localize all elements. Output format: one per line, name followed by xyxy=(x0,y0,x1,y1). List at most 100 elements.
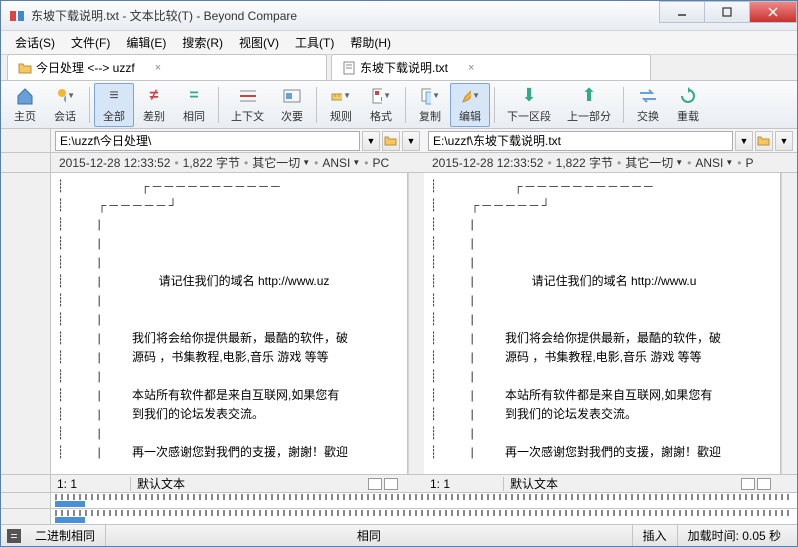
right-size: 1,822 字节 xyxy=(556,154,613,171)
right-text-mode: 默认文本 xyxy=(504,475,737,492)
window-title: 东坡下载说明.txt - 文本比较(T) - Beyond Compare xyxy=(31,7,660,24)
left-text-mode: 默认文本 xyxy=(131,475,364,492)
left-timestamp: 2015-12-28 12:33:52 xyxy=(59,156,170,170)
same-button[interactable]: =相同 xyxy=(174,84,214,126)
menu-bar: 会话(S) 文件(F) 编辑(E) 搜索(R) 视图(V) 工具(T) 帮助(H… xyxy=(1,31,797,55)
prev-part-button[interactable]: ⬆上一部分 xyxy=(559,84,619,126)
status-insert: 插入 xyxy=(633,525,678,546)
menu-search[interactable]: 搜索(R) xyxy=(174,31,231,54)
ruler-icon xyxy=(331,87,342,105)
document-icon xyxy=(342,61,356,75)
left-info-pane: 2015-12-28 12:33:52 • 1,822 字节 • 其它一切▼ •… xyxy=(51,153,424,172)
menu-session[interactable]: 会话(S) xyxy=(7,31,63,54)
folder-icon xyxy=(18,61,32,75)
left-cursor-position: 1: 1 xyxy=(51,477,131,491)
right-path-pane: ▼ ▼ xyxy=(424,129,797,152)
path-row: ▼ ▼ ▼ ▼ xyxy=(1,129,797,153)
right-platform: P xyxy=(746,156,754,170)
svg-text:=: = xyxy=(10,529,17,543)
menu-help[interactable]: 帮助(H) xyxy=(342,31,399,54)
left-browse-button[interactable] xyxy=(382,131,400,151)
pencil-icon xyxy=(460,87,471,105)
menu-file[interactable]: 文件(F) xyxy=(63,31,118,54)
left-dropdown-button[interactable]: ▼ xyxy=(362,131,380,151)
session-tab-bar: 今日处理 <--> uzzf × 东坡下载说明.txt × xyxy=(1,55,797,81)
right-browse-button[interactable] xyxy=(755,131,773,151)
sessions-icon xyxy=(55,86,66,106)
close-button[interactable] xyxy=(749,1,797,23)
right-dropdown-button[interactable]: ▼ xyxy=(735,131,753,151)
reload-button[interactable]: 重载 xyxy=(668,84,708,126)
next-section-button[interactable]: ⬇下一区段 xyxy=(499,84,559,126)
all-button[interactable]: ≡全部 xyxy=(94,83,134,127)
minor-button[interactable]: 次要 xyxy=(272,84,312,126)
left-everything-button[interactable]: 其它一切▼ xyxy=(252,154,310,171)
tab-close-icon[interactable]: × xyxy=(155,62,161,74)
thumbnail-gutter[interactable] xyxy=(1,173,51,474)
overview-map[interactable] xyxy=(1,492,797,508)
right-encoding-button[interactable]: ANSI▼ xyxy=(695,156,733,170)
tab-close-icon[interactable]: × xyxy=(468,62,474,74)
copy-icon xyxy=(420,87,431,105)
tab-folder-compare[interactable]: 今日处理 <--> uzzf × xyxy=(7,54,327,80)
edit-button[interactable]: ▼编辑 xyxy=(450,83,490,127)
app-icon xyxy=(9,8,25,24)
left-path-input[interactable] xyxy=(55,131,360,151)
status-load-time: 加载时间: 0.05 秒 xyxy=(678,525,791,546)
status-same: 相同 xyxy=(106,525,633,546)
home-button[interactable]: 主页 xyxy=(5,84,45,126)
indicator-box xyxy=(384,478,398,490)
title-bar: 东坡下载说明.txt - 文本比较(T) - Beyond Compare xyxy=(1,1,797,31)
compare-area: ┊ ┌ ─ ─ ─ ─ ─ ─ ─ ─ ─ ─ ─ ┊ ┌ ─ ─ ─ ─ ─ … xyxy=(1,173,797,474)
diff-button[interactable]: ≠差别 xyxy=(134,84,174,126)
overview-map-2[interactable] xyxy=(1,508,797,524)
right-scrollbar[interactable] xyxy=(781,173,797,474)
app-window: 东坡下载说明.txt - 文本比较(T) - Beyond Compare 会话… xyxy=(0,0,798,547)
indicator-box xyxy=(741,478,755,490)
left-platform: PC xyxy=(373,156,390,170)
left-encoding-button[interactable]: ANSI▼ xyxy=(322,156,360,170)
folder-open-icon xyxy=(384,135,398,147)
tab-label: 东坡下载说明.txt xyxy=(360,59,448,76)
right-info-pane: 2015-12-28 12:33:52 • 1,822 字节 • 其它一切▼ •… xyxy=(424,153,797,172)
status-equal-icon: = xyxy=(7,529,21,543)
maximize-button[interactable] xyxy=(704,1,750,23)
sessions-button[interactable]: ▼会话 xyxy=(45,84,85,126)
menu-tools[interactable]: 工具(T) xyxy=(287,31,342,54)
toolbar: 主页 ▼会话 ≡全部 ≠差别 =相同 上下文 次要 ▼规则 ▼格式 ▼复制 ▼编… xyxy=(1,81,797,129)
tab-label: 今日处理 <--> uzzf xyxy=(36,59,135,76)
indicator-box xyxy=(757,478,771,490)
right-cursor-position: 1: 1 xyxy=(424,477,504,491)
position-row: 1: 1 默认文本 1: 1 默认文本 xyxy=(1,474,797,492)
right-timestamp: 2015-12-28 12:33:52 xyxy=(432,156,543,170)
menu-edit[interactable]: 编辑(E) xyxy=(118,31,174,54)
left-browse-drop[interactable]: ▼ xyxy=(402,131,420,151)
right-pane: ┊ ┌ ─ ─ ─ ─ ─ ─ ─ ─ ─ ─ ─ ┊ ┌ ─ ─ ─ ─ ─ … xyxy=(424,173,781,474)
right-path-input[interactable] xyxy=(428,131,733,151)
right-position-pane: 1: 1 默认文本 xyxy=(424,475,797,492)
left-pane: ┊ ┌ ─ ─ ─ ─ ─ ─ ─ ─ ─ ─ ─ ┊ ┌ ─ ─ ─ ─ ─ … xyxy=(51,173,408,474)
menu-view[interactable]: 视图(V) xyxy=(231,31,287,54)
indicator-box xyxy=(368,478,382,490)
left-size: 1,822 字节 xyxy=(183,154,240,171)
minor-icon xyxy=(282,88,302,104)
right-text-view[interactable]: ┊ ┌ ─ ─ ─ ─ ─ ─ ─ ─ ─ ─ ─ ┊ ┌ ─ ─ ─ ─ ─ … xyxy=(424,173,780,474)
rules-button[interactable]: ▼规则 xyxy=(321,84,361,126)
context-button[interactable]: 上下文 xyxy=(223,84,272,126)
format-icon xyxy=(371,87,382,105)
home-icon xyxy=(15,86,35,106)
left-scrollbar[interactable] xyxy=(408,173,424,474)
right-browse-drop[interactable]: ▼ xyxy=(775,131,793,151)
swap-button[interactable]: 交换 xyxy=(628,84,668,126)
status-bar: = 二进制相同 相同 插入 加载时间: 0.05 秒 xyxy=(1,524,797,546)
right-everything-button[interactable]: 其它一切▼ xyxy=(625,154,683,171)
left-position-pane: 1: 1 默认文本 xyxy=(51,475,424,492)
folder-open-icon xyxy=(757,135,771,147)
tab-text-compare[interactable]: 东坡下载说明.txt × xyxy=(331,54,651,80)
copy-button[interactable]: ▼复制 xyxy=(410,84,450,126)
swap-icon xyxy=(638,88,658,104)
minimize-button[interactable] xyxy=(659,1,705,23)
format-button[interactable]: ▼格式 xyxy=(361,84,401,126)
left-text-view[interactable]: ┊ ┌ ─ ─ ─ ─ ─ ─ ─ ─ ─ ─ ─ ┊ ┌ ─ ─ ─ ─ ─ … xyxy=(51,173,407,474)
info-row: 2015-12-28 12:33:52 • 1,822 字节 • 其它一切▼ •… xyxy=(1,153,797,173)
